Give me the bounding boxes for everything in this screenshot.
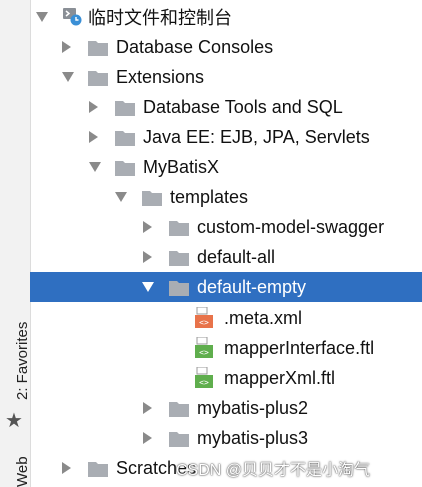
tree-node-database-tools[interactable]: Database Tools and SQL	[30, 92, 422, 122]
xml-file-icon: <>	[195, 307, 213, 328]
chevron-down-icon[interactable]	[115, 192, 127, 202]
folder-icon	[88, 41, 108, 56]
folder-icon	[169, 251, 189, 266]
tree-label: mybatis-plus2	[197, 397, 309, 418]
star-icon[interactable]: ★	[5, 408, 23, 433]
tree-node-mapper-xml[interactable]: <> mapperXml.ftl	[30, 363, 422, 393]
project-tree: 临时文件和控制台 Database Consoles Extensions Da…	[30, 0, 422, 487]
folder-icon	[88, 71, 108, 86]
chevron-right-icon[interactable]	[143, 432, 152, 444]
folder-icon	[115, 101, 135, 116]
chevron-right-icon[interactable]	[143, 251, 152, 263]
tree-label: Java EE: EJB, JPA, Servlets	[143, 126, 370, 147]
tree-label: MyBatisX	[143, 156, 220, 177]
tree-node-root[interactable]: 临时文件和控制台	[30, 2, 422, 32]
folder-icon	[169, 281, 189, 296]
chevron-right-icon[interactable]	[62, 41, 71, 53]
tree-label: Extensions	[116, 66, 205, 87]
web-tab[interactable]: Web	[14, 456, 31, 487]
tree-label: default-all	[197, 246, 276, 267]
tree-label: mybatis-plus3	[197, 427, 309, 448]
tree-node-java-ee[interactable]: Java EE: EJB, JPA, Servlets	[30, 122, 422, 152]
chevron-right-icon[interactable]	[62, 462, 71, 474]
ftl-file-icon: <>	[195, 367, 213, 388]
scratches-console-icon	[63, 8, 82, 26]
chevron-down-icon[interactable]	[36, 12, 48, 22]
tree-label: Database Consoles	[116, 36, 274, 57]
chevron-down-icon[interactable]	[142, 282, 154, 292]
tree-label: templates	[170, 186, 249, 207]
folder-icon	[169, 221, 189, 236]
tree-label: 临时文件和控制台	[88, 8, 232, 28]
tree-node-database-consoles[interactable]: Database Consoles	[30, 32, 422, 62]
tree-node-extensions[interactable]: Extensions	[30, 62, 422, 92]
tree-label: mapperXml.ftl	[224, 367, 336, 388]
tree-label: .meta.xml	[224, 307, 303, 328]
svg-text:<>: <>	[199, 318, 209, 327]
tree-node-meta-xml[interactable]: <> .meta.xml	[30, 303, 422, 333]
folder-icon	[142, 191, 162, 206]
tree-label: Database Tools and SQL	[143, 96, 343, 117]
tree-node-templates[interactable]: templates	[30, 182, 422, 212]
chevron-right-icon[interactable]	[143, 221, 152, 233]
watermark: CSDN @贝贝才不是小淘气	[176, 462, 371, 479]
folder-icon	[115, 131, 135, 146]
chevron-right-icon[interactable]	[89, 101, 98, 113]
tree-label: mapperInterface.ftl	[224, 337, 375, 358]
folder-icon	[169, 432, 189, 447]
tree-label: default-empty	[197, 276, 307, 297]
tree-node-custom-model-swagger[interactable]: custom-model-swagger	[30, 212, 422, 242]
tree-node-mybatis-plus3[interactable]: mybatis-plus3	[30, 423, 422, 453]
tree-node-mapper-interface[interactable]: <> mapperInterface.ftl	[30, 333, 422, 363]
tree-label: custom-model-swagger	[197, 216, 385, 237]
chevron-right-icon[interactable]	[143, 402, 152, 414]
chevron-right-icon[interactable]	[89, 131, 98, 143]
tree-node-mybatisx[interactable]: MyBatisX	[30, 152, 422, 182]
chevron-down-icon[interactable]	[62, 72, 74, 82]
tree-node-default-all[interactable]: default-all	[30, 242, 422, 272]
folder-icon	[88, 462, 108, 477]
tree-node-default-empty[interactable]: default-empty	[30, 272, 422, 302]
tree-node-mybatis-plus2[interactable]: mybatis-plus2	[30, 393, 422, 423]
folder-icon	[169, 402, 189, 417]
svg-text:<>: <>	[199, 348, 209, 357]
favorites-tab[interactable]: 2: Favorites	[14, 322, 31, 400]
svg-text:<>: <>	[199, 378, 209, 387]
folder-icon	[115, 161, 135, 176]
ftl-file-icon: <>	[195, 337, 213, 358]
left-tool-strip: 2: Favorites ★ Web	[0, 0, 31, 487]
chevron-down-icon[interactable]	[89, 162, 101, 172]
